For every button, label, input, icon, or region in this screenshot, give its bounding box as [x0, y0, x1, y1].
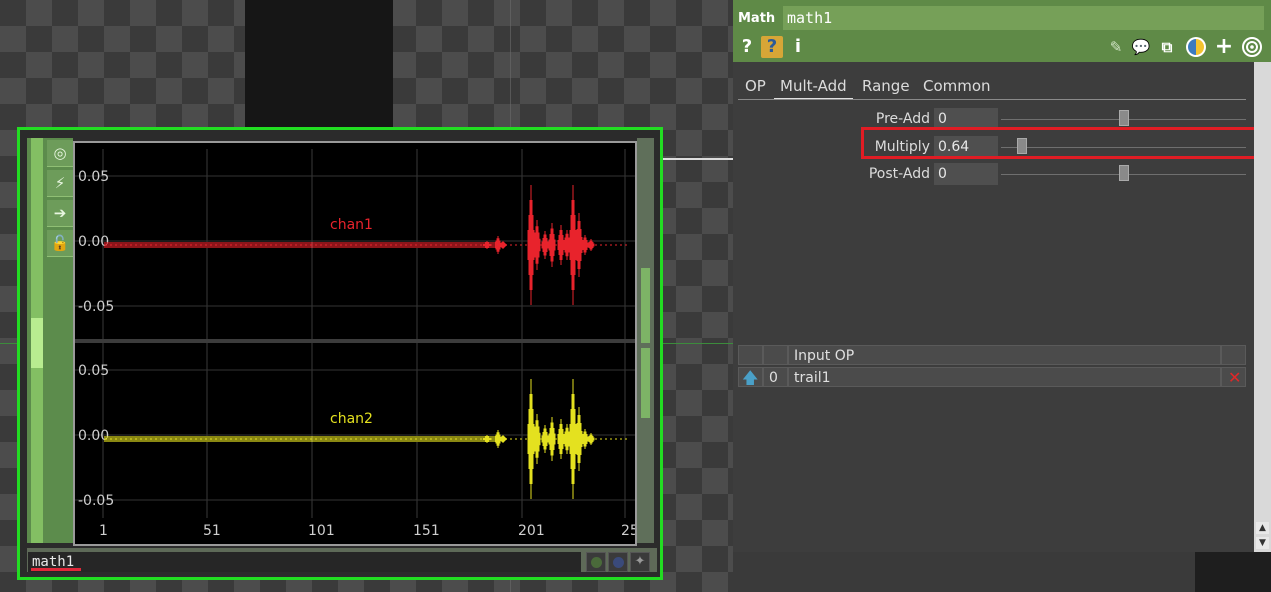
input-index: 0	[763, 367, 788, 387]
input-connector[interactable]	[31, 318, 43, 368]
plus-icon[interactable]: +	[1214, 36, 1234, 58]
corner-block	[1195, 552, 1271, 592]
y-tick-label: 0.05	[78, 363, 109, 379]
y-tick-label: -0.05	[78, 493, 114, 509]
pre-add-slider-handle[interactable]	[1119, 110, 1129, 126]
tab-range[interactable]: Range	[862, 74, 910, 98]
node-right-bar	[637, 138, 654, 543]
arrow-right-icon[interactable]: ➔	[47, 200, 73, 227]
network-editor[interactable]: ◎ ⚡ ➔ 🔓 0.05 0.00 -0.05 chan1 0.05 0.00 -0.05 c…	[0, 0, 733, 592]
channel-label: chan2	[330, 411, 373, 427]
arrow-up-icon[interactable]: 🡅	[738, 367, 763, 387]
scroll-up-icon[interactable]: ▲	[1256, 522, 1269, 534]
clone-icon[interactable]: ⧉	[1156, 36, 1178, 58]
table-header-cell	[1221, 345, 1246, 365]
scroll-down-icon[interactable]: ▼	[1256, 537, 1269, 549]
help-icon[interactable]: ?	[739, 36, 755, 58]
pin-icon[interactable]: ✦	[630, 552, 650, 572]
x-tick-label: 101	[308, 523, 335, 539]
math-node[interactable]: ◎ ⚡ ➔ 🔓 0.05 0.00 -0.05 chan1 0.05 0.00 -0.05 c…	[17, 127, 663, 580]
post-add-field[interactable]: 0	[934, 163, 998, 185]
output-wire-green	[660, 343, 733, 344]
output-connector[interactable]	[641, 348, 650, 418]
viewer-icon[interactable]	[1241, 36, 1263, 58]
op-type-label: Math	[738, 11, 776, 26]
target-icon[interactable]: ◎	[47, 140, 73, 167]
pencil-icon[interactable]: ✎	[1106, 36, 1126, 58]
highlight-box	[861, 127, 1257, 159]
python-help-icon[interactable]: ?	[761, 36, 783, 58]
channel-label: chan1	[330, 217, 373, 233]
panel-header: Math math1 ? ? i ✎ 💬 ⧉ +	[733, 0, 1271, 62]
x-tick-label: 51	[203, 523, 221, 539]
node-name-field[interactable]: math1	[28, 552, 581, 572]
channel-plot: 0.050.00-0.05chan10.050.00-0.05chan21 51 1…	[75, 149, 635, 539]
tab-op[interactable]: OP	[745, 74, 766, 98]
panel-scrollbar[interactable]: ▲ ▼	[1254, 62, 1271, 552]
lock-icon[interactable]: 🔓	[47, 230, 73, 257]
info-icon[interactable]: i	[791, 36, 805, 58]
parameter-panel: Math math1 ? ? i ✎ 💬 ⧉ + OP Mult-Add Ran…	[733, 0, 1271, 552]
tab-common[interactable]: Common	[923, 74, 991, 98]
input-op-name[interactable]: trail1	[788, 367, 1221, 387]
node-left-bar: ◎ ⚡ ➔ 🔓	[27, 138, 73, 543]
chop-viewer[interactable]: 0.05 0.00 -0.05 chan1 0.05 0.00 -0.05 chan2 1 51 1…	[73, 141, 637, 546]
activity-icon[interactable]: ⚡	[47, 170, 73, 197]
tab-mult-add[interactable]: Mult-Add	[774, 74, 853, 100]
display-flag-button[interactable]	[608, 552, 628, 572]
background-panel	[245, 0, 393, 128]
name-underline	[31, 568, 81, 571]
tabs-divider	[738, 99, 1246, 100]
x-tick-label: 201	[518, 523, 545, 539]
comment-icon[interactable]: 💬	[1130, 36, 1152, 58]
delete-icon[interactable]: ✕	[1221, 367, 1246, 387]
output-connector[interactable]	[641, 268, 650, 343]
python-icon[interactable]	[1185, 36, 1207, 58]
y-tick-label: -0.05	[78, 299, 114, 315]
cook-flag-button[interactable]	[586, 552, 606, 572]
node-footer: math1 ✦	[27, 548, 657, 572]
x-tick-label: 1	[99, 523, 108, 539]
post-add-slider-handle[interactable]	[1119, 165, 1129, 181]
x-tick-label: 151	[413, 523, 440, 539]
y-tick-label: 0.05	[78, 169, 109, 185]
channel-divider	[75, 339, 635, 343]
input-op-header: Input OP	[788, 345, 1221, 365]
table-header-cell	[738, 345, 763, 365]
x-tick-label: 25	[621, 523, 635, 539]
op-name-field[interactable]: math1	[783, 6, 1264, 30]
post-add-label: Post-Add	[868, 166, 930, 182]
table-header-cell	[763, 345, 788, 365]
